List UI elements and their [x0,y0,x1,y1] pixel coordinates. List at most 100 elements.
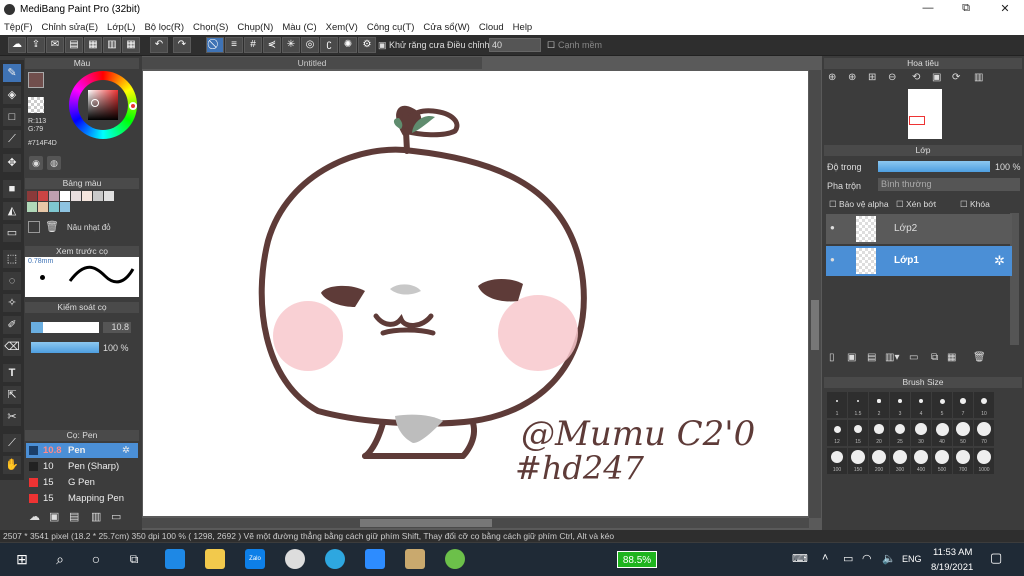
duplicate-layer-icon[interactable]: ⧉ [931,352,938,363]
settings-gear-icon[interactable]: ⚙ [358,37,376,53]
menu-window[interactable]: Cửa sổ(W) [423,22,469,33]
brush-size-preset[interactable]: 100 [827,448,847,474]
blend-mode-select[interactable]: Bình thường [878,178,1020,191]
notification-icon[interactable]: ▢ [990,550,1002,566]
clock-date[interactable]: 8/19/2021 [931,562,973,573]
folder-icon[interactable]: ▭ [909,352,918,363]
undo-icon[interactable]: ↶ [150,37,168,53]
zoom-app-icon[interactable] [365,549,385,569]
clock-time[interactable]: 11:53 AM [933,547,972,558]
task-view-icon[interactable]: ⧉ [124,549,144,569]
cloud-icon[interactable]: ☁ [8,37,26,53]
brush-size-preset[interactable]: 25 [890,420,910,446]
brush-size-preset[interactable]: 300 [890,448,910,474]
line-tool-icon[interactable]: ⟋ [3,130,21,148]
soft-edge-checkbox[interactable]: ☐ [547,40,555,51]
lock-checkbox[interactable]: ☐ Khóa [960,199,990,210]
brush-size-preset[interactable]: 10 [974,392,994,418]
brush-size-preset[interactable]: 1 [827,392,847,418]
color-palette-icon[interactable]: ◍ [47,156,61,170]
merge-layer-icon[interactable]: ▦ [947,352,956,363]
lasso-tool-icon[interactable]: ◌ [3,272,21,290]
brush-size-preset[interactable]: 2 [869,392,889,418]
close-button[interactable]: ✕ [995,2,1015,15]
divide-tool-icon[interactable]: ✂ [3,408,21,426]
edge-icon[interactable] [325,549,345,569]
adjust-input[interactable]: 40 [489,38,541,52]
mail-icon[interactable] [165,549,185,569]
palette-swatch[interactable] [49,191,59,201]
new-8bit-layer-icon[interactable]: ▤ [867,352,876,363]
brush-size-preset[interactable]: 12 [827,420,847,446]
brush-settings-icon[interactable]: ▥ [91,510,101,523]
palette-swatch[interactable] [27,202,37,212]
file-explorer-icon[interactable] [205,549,225,569]
move-tool-icon[interactable]: ✥ [3,154,21,172]
brush-size-preset[interactable]: 400 [911,448,931,474]
delete-layer-icon[interactable]: 🗑 [973,352,986,363]
select-eraser-tool-icon[interactable]: ⌫ [3,338,21,356]
brush-size-preset[interactable]: 15 [848,420,868,446]
upload-icon[interactable]: ⇪ [27,37,45,53]
brush-list-item[interactable]: 15 Mapping Pen [26,491,138,506]
brush-folder-icon[interactable]: ▭ [111,510,121,523]
brush-size-preset[interactable]: 1.5 [848,392,868,418]
brush-list-item[interactable]: 10.8 Pen ✲ [26,443,138,458]
document-tab[interactable]: Untitled [142,57,482,69]
brush-size-preset[interactable]: 4 [911,392,931,418]
palette-swatch[interactable] [82,191,92,201]
maximize-button[interactable]: ⧉ [956,2,976,15]
palette-swatch[interactable] [93,191,103,201]
grid-snap-icon[interactable]: # [244,37,262,53]
drawing-canvas[interactable]: @Mumu C2'0 #hd247 [143,71,808,516]
brush-size-slider[interactable] [31,322,99,333]
medibang-icon[interactable] [445,549,465,569]
operation-tool-icon[interactable]: ⇱ [3,386,21,404]
select-tool-icon[interactable]: ⬚ [3,250,21,268]
minimize-button[interactable]: — [918,2,938,14]
zoom-in-icon[interactable]: ⊕ [828,72,836,83]
antialias-checkbox[interactable]: ▣ [378,40,387,51]
layer-row[interactable]: ● Lớp2 [826,214,1012,244]
brush-size-preset[interactable]: 7 [953,392,973,418]
layer-row[interactable]: ● Lớp1 ✲ [826,246,1012,276]
brush-menu-icon[interactable]: ▤ [69,510,79,523]
menu-tools[interactable]: Công cụ(T) [367,22,415,33]
wifi-icon[interactable]: ◠ [862,552,872,565]
color-wheel[interactable] [69,71,137,139]
zoom-minus-icon[interactable]: ⊖ [888,72,896,83]
protect-alpha-checkbox[interactable]: ☐ Bảo vệ alpha [829,199,889,210]
horizontal-scrollbar[interactable] [142,518,809,528]
eraser-tool-icon[interactable]: ◈ [3,86,21,104]
curve-snap-icon[interactable]: ʗ [320,37,338,53]
brush-size-preset[interactable]: 5 [932,392,952,418]
brush-list-item[interactable]: 15 G Pen [26,475,138,490]
hand-tool-icon[interactable]: ✋ [3,456,21,474]
vertical-scrollbar[interactable] [809,70,821,518]
menu-snap[interactable]: Chụp(N) [237,22,273,33]
add-layer-menu-icon[interactable]: ▥▾ [885,352,899,363]
paint-app-icon[interactable] [405,549,425,569]
menu-cloud[interactable]: Cloud [479,22,504,33]
main-color-swatch[interactable] [28,72,44,88]
windows-start-icon[interactable]: ⊞ [12,549,32,569]
new-halftone-layer-icon[interactable]: ▣ [847,352,856,363]
select-pen-tool-icon[interactable]: ✐ [3,316,21,334]
rotate-right-icon[interactable]: ⟳ [952,72,960,83]
reset-icon[interactable]: ▥ [974,72,983,83]
menu-color[interactable]: Màu (C) [282,22,316,33]
keyboard-icon[interactable]: ⌨ [792,552,808,565]
eyedropper-tool-icon[interactable]: ⟋ [3,434,21,452]
brush-size-preset[interactable]: 70 [974,420,994,446]
bucket-tool-icon[interactable]: ◭ [3,202,21,220]
new-layer-icon[interactable]: ▯ [829,352,835,363]
brush-size-preset[interactable]: 1000 [974,448,994,474]
brush-tool-icon[interactable]: ✎ [3,64,21,82]
cloud-brush-icon[interactable]: ☁ [29,510,40,523]
zalo-icon[interactable]: Zalo [245,549,265,569]
palette-swatch[interactable] [38,202,48,212]
pages-icon[interactable]: ▥ [103,37,121,53]
add-brush-icon[interactable]: ▣ [49,510,59,523]
brush-size-preset[interactable]: 150 [848,448,868,474]
magic-wand-tool-icon[interactable]: ✧ [3,294,21,312]
